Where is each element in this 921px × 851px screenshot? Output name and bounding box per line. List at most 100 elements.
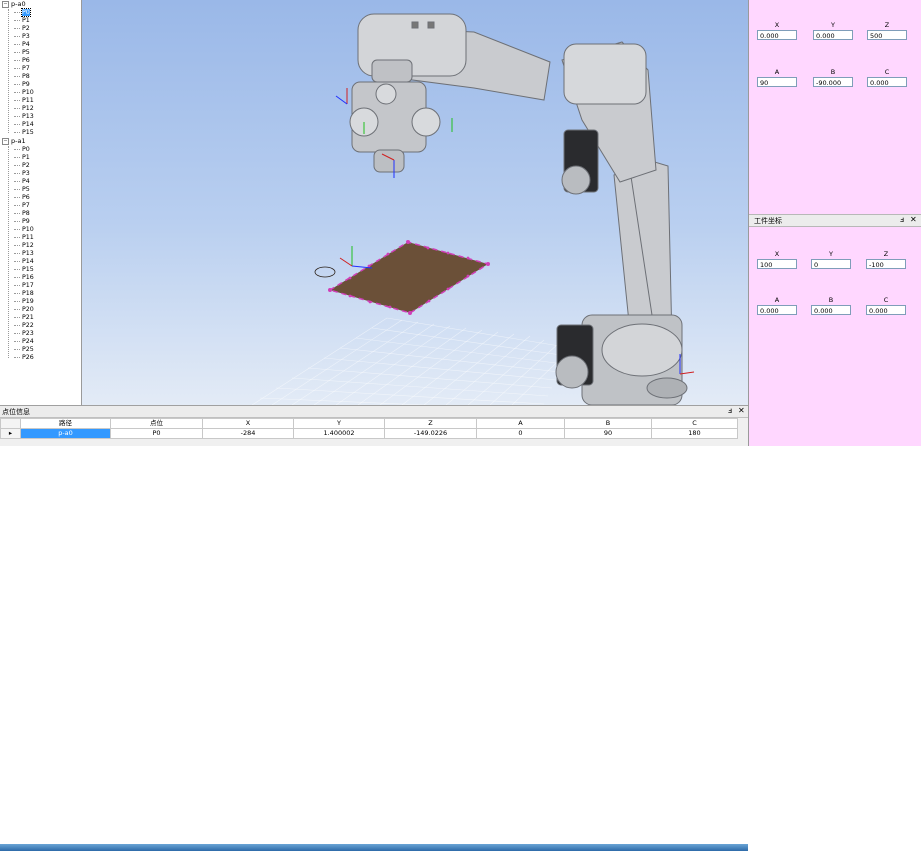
tree-item[interactable]: P8: [14, 73, 30, 81]
tree-item[interactable]: P13: [14, 113, 34, 121]
tree-item-label: P13: [22, 250, 34, 257]
tree-item[interactable]: P20: [14, 306, 34, 314]
tree-item[interactable]: P3: [14, 170, 30, 178]
column-header[interactable]: Y: [293, 418, 385, 429]
table-cell[interactable]: 90: [564, 428, 652, 439]
table-cell[interactable]: p-a0: [20, 428, 111, 439]
tree-item[interactable]: P10: [14, 89, 34, 97]
tree-expander-icon[interactable]: −: [2, 137, 9, 145]
tool-c-field[interactable]: 0.000: [867, 77, 907, 87]
tool-b-field[interactable]: -90.000: [813, 77, 853, 87]
work-coords-title: 工件坐标: [754, 217, 782, 225]
tree-item[interactable]: P6: [14, 57, 30, 65]
tree-item[interactable]: P10: [14, 226, 34, 234]
tree-group[interactable]: − p-a1: [0, 137, 26, 146]
tree-connector: [14, 67, 20, 69]
tool-a-field[interactable]: 90: [757, 77, 797, 87]
path-tree[interactable]: − p-a0 P0 P1 P2 P3 P4 P5 P6 P7 P8 P9 P10 P11 P12 P13 P14…: [0, 0, 82, 405]
column-header[interactable]: C: [651, 418, 738, 429]
work-y-field[interactable]: 0: [811, 259, 851, 269]
table-cell[interactable]: -284: [202, 428, 294, 439]
column-header[interactable]: X: [202, 418, 294, 429]
tree-item[interactable]: P12: [14, 242, 34, 250]
tree-item[interactable]: P5: [14, 186, 30, 194]
tool-y-field[interactable]: 0.000: [813, 30, 853, 40]
column-header[interactable]: B: [564, 418, 652, 429]
3d-viewport[interactable]: [82, 0, 748, 405]
tree-group-label: p-a0: [11, 0, 26, 8]
tree-connector: [14, 115, 20, 117]
tree-item[interactable]: P22: [14, 322, 34, 330]
tree-item[interactable]: P1: [14, 154, 30, 162]
table-row[interactable]: ▸ p-a0 P0 -284 1.400002 -149.0226 0 90 180: [0, 428, 738, 439]
table-cell[interactable]: P0: [110, 428, 203, 439]
pin-icon[interactable]: ⅎ: [728, 406, 732, 416]
work-c-field[interactable]: 0.000: [866, 305, 906, 315]
tree-item[interactable]: P2: [14, 162, 30, 170]
tree-item[interactable]: P5: [14, 49, 30, 57]
tree-connector: [14, 244, 20, 246]
tree-item[interactable]: P25: [14, 346, 34, 354]
tree-item[interactable]: P18: [14, 290, 34, 298]
tree-connector: [14, 172, 20, 174]
tool-x-field[interactable]: 0.000: [757, 30, 797, 40]
tree-item[interactable]: P3: [14, 33, 30, 41]
table-cell[interactable]: 0: [476, 428, 565, 439]
work-x-field[interactable]: 100: [757, 259, 797, 269]
point-info-title: 点位信息: [2, 408, 30, 416]
tree-item[interactable]: P9: [14, 218, 30, 226]
tree-item[interactable]: P23: [14, 330, 34, 338]
tree-item[interactable]: P1: [14, 17, 30, 25]
tree-item[interactable]: P13: [14, 250, 34, 258]
tree-item[interactable]: P14: [14, 121, 34, 129]
table-cell[interactable]: 1.400002: [293, 428, 385, 439]
point-table[interactable]: 路径 点位 X Y Z A B C ▸ p-a0 P0 -284 1.400002 -149.0226…: [0, 418, 738, 439]
tree-item[interactable]: P14: [14, 258, 34, 266]
column-header[interactable]: Z: [384, 418, 477, 429]
close-icon[interactable]: ✕: [910, 215, 917, 225]
tree-item-label: P25: [22, 346, 34, 353]
tree-item[interactable]: P2: [14, 25, 30, 33]
table-cell[interactable]: 180: [651, 428, 738, 439]
pin-icon[interactable]: ⅎ: [900, 215, 904, 225]
tree-item[interactable]: P12: [14, 105, 34, 113]
tree-item[interactable]: P15: [14, 129, 34, 137]
table-header: 路径 点位 X Y Z A B C: [0, 418, 738, 429]
tree-item[interactable]: P21: [14, 314, 34, 322]
tree-item[interactable]: P4: [14, 178, 30, 186]
tree-item[interactable]: P24: [14, 338, 34, 346]
tree-item[interactable]: P8: [14, 210, 30, 218]
tree-item[interactable]: P9: [14, 81, 30, 89]
tree-item[interactable]: P15: [14, 266, 34, 274]
tool-z-field[interactable]: 500: [867, 30, 907, 40]
column-header[interactable]: A: [476, 418, 565, 429]
tree-item[interactable]: P17: [14, 282, 34, 290]
tree-item-label: P8: [22, 73, 30, 80]
tree-item[interactable]: P0: [14, 146, 30, 154]
tree-item[interactable]: P6: [14, 194, 30, 202]
tree-item[interactable]: P11: [14, 234, 34, 242]
tree-item[interactable]: P7: [14, 202, 30, 210]
tree-item-label: P4: [22, 178, 30, 185]
close-icon[interactable]: ✕: [738, 406, 745, 416]
tree-group[interactable]: − p-a0: [0, 0, 26, 9]
table-cell[interactable]: -149.0226: [384, 428, 477, 439]
tree-item-label: P2: [22, 25, 30, 32]
tree-item-label: P14: [22, 258, 34, 265]
tree-item-label: P14: [22, 121, 34, 128]
work-a-field[interactable]: 0.000: [757, 305, 797, 315]
tree-item[interactable]: P19: [14, 298, 34, 306]
tree-item[interactable]: P11: [14, 97, 34, 105]
tree-expander-icon[interactable]: −: [2, 0, 9, 8]
tree-item[interactable]: P16: [14, 274, 34, 282]
work-z-field[interactable]: -100: [866, 259, 906, 269]
tree-item-label: P20: [22, 306, 34, 313]
tree-item[interactable]: P4: [14, 41, 30, 49]
tree-item[interactable]: P7: [14, 65, 30, 73]
tree-item-label: P6: [22, 194, 30, 201]
tree-item[interactable]: P26: [14, 354, 34, 362]
column-header[interactable]: 路径: [20, 418, 111, 429]
tree-item[interactable]: P0: [14, 8, 31, 17]
work-b-field[interactable]: 0.000: [811, 305, 851, 315]
column-header[interactable]: 点位: [110, 418, 203, 429]
